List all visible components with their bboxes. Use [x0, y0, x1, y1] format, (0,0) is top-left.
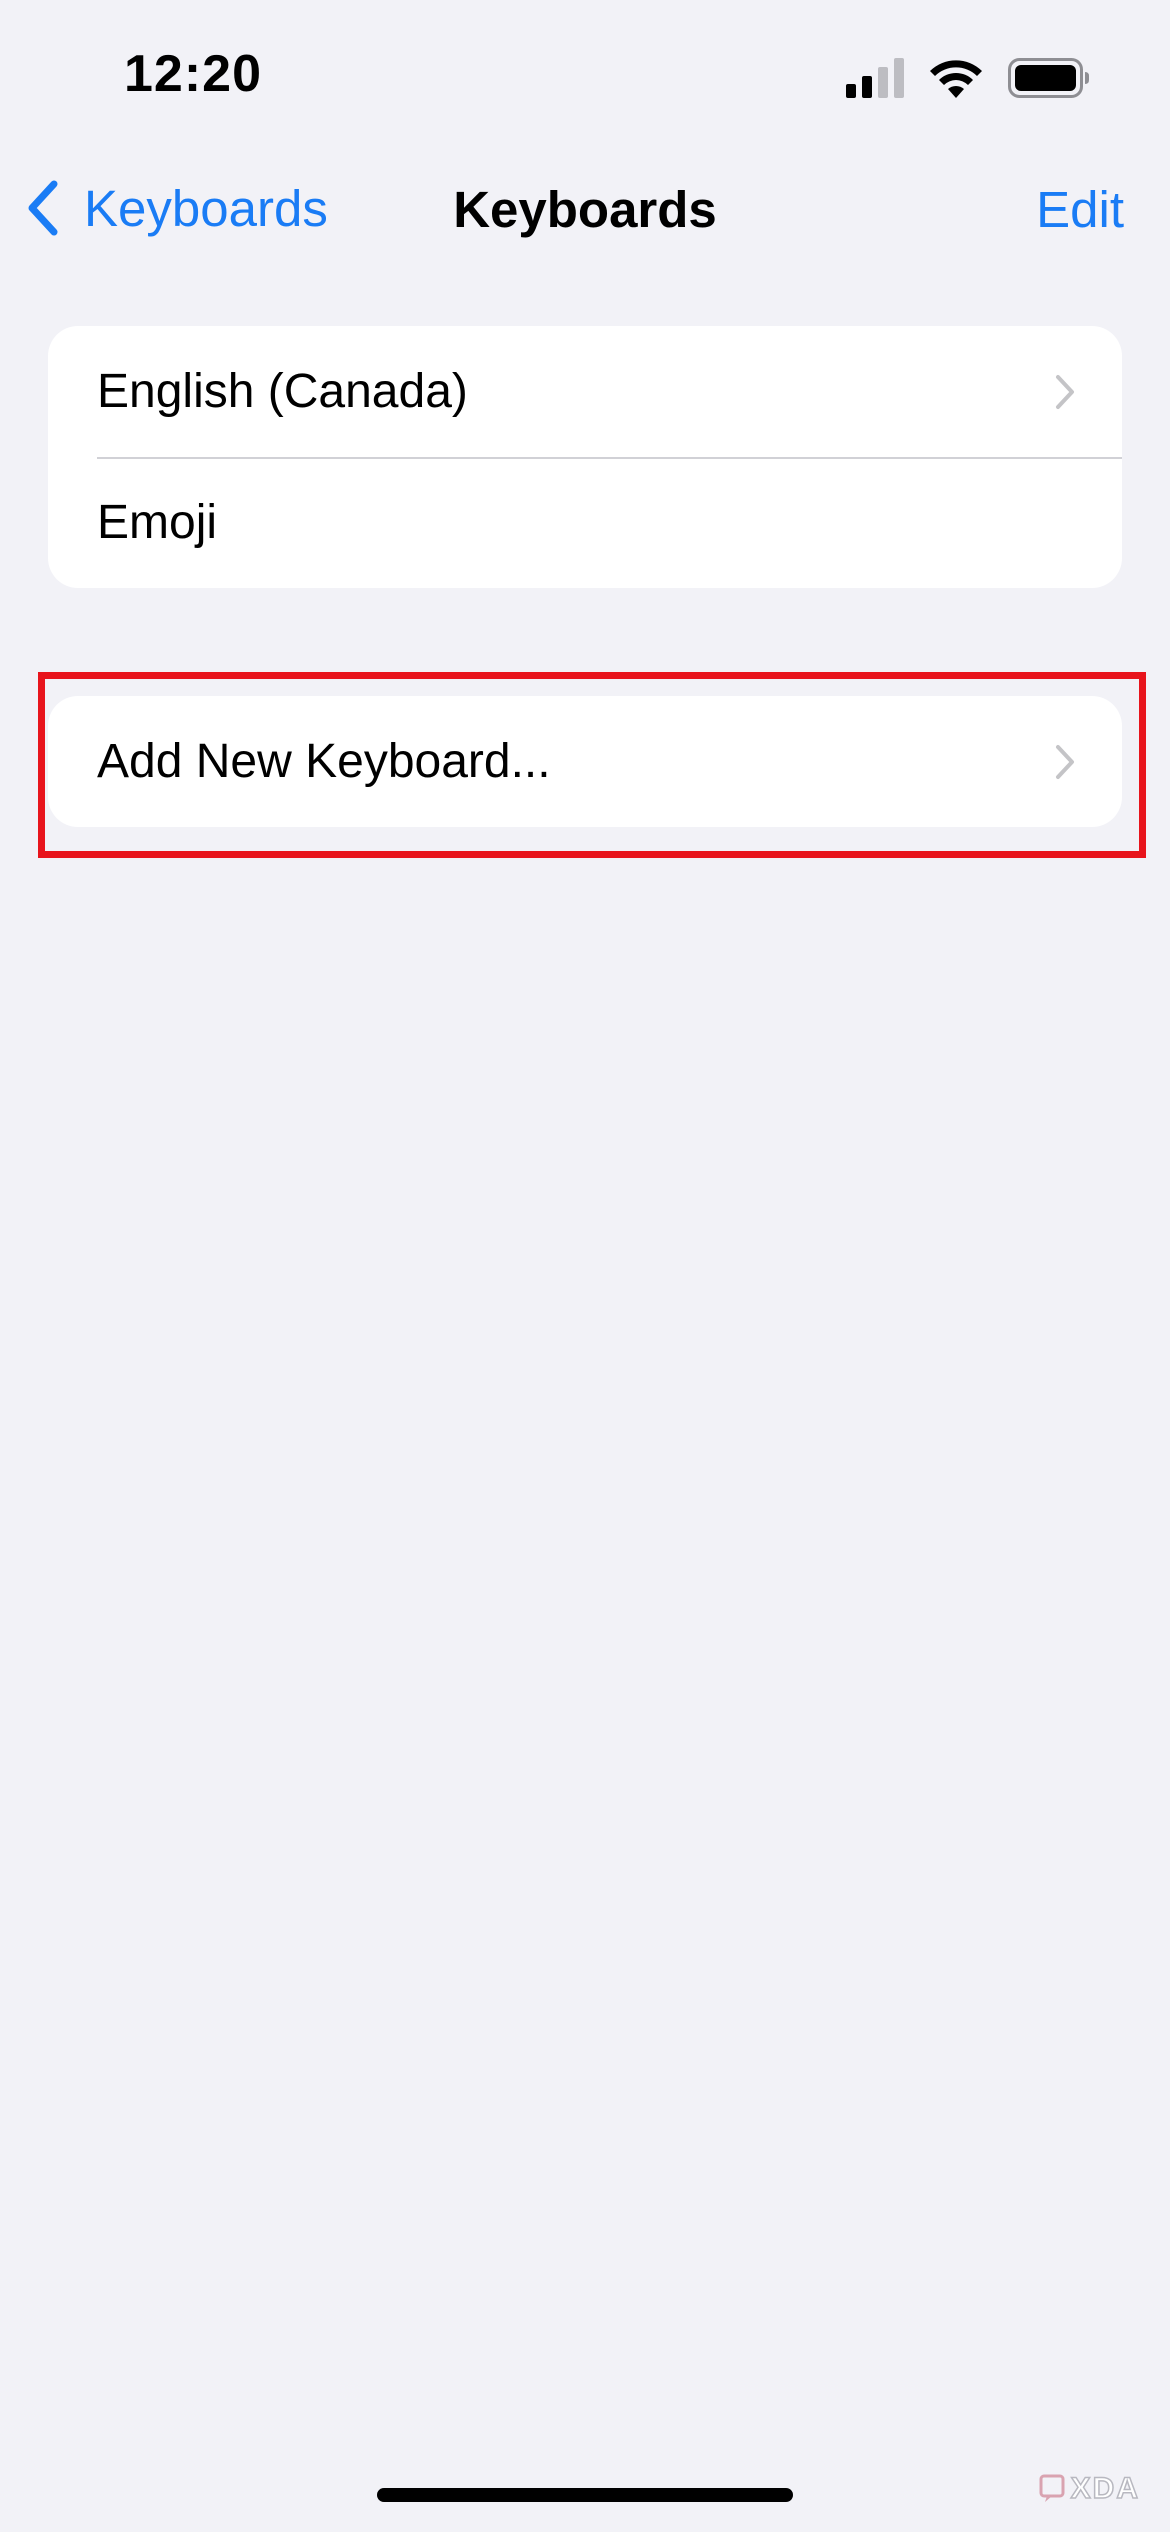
edit-button[interactable]: Edit [1036, 180, 1124, 239]
keyboard-row-emoji[interactable]: Emoji [48, 457, 1122, 588]
chevron-right-icon [1056, 744, 1074, 779]
watermark-text: XDA [1070, 2471, 1140, 2506]
keyboard-row-label: English (Canada) [97, 365, 468, 418]
add-new-keyboard-button[interactable]: Add New Keyboard... [48, 696, 1122, 827]
home-indicator[interactable] [377, 2488, 793, 2502]
wifi-icon [930, 60, 982, 98]
cellular-signal-icon [846, 58, 904, 98]
status-time: 12:20 [124, 45, 262, 103]
add-keyboard-group: Add New Keyboard... [48, 696, 1122, 827]
status-icons [846, 56, 1090, 100]
keyboard-row-english-canada[interactable]: English (Canada) [48, 326, 1122, 457]
keyboard-row-label: Emoji [97, 496, 218, 549]
keyboards-list: English (Canada) Emoji [48, 326, 1122, 588]
xda-logo-icon [1039, 2474, 1065, 2502]
chevron-right-icon [1056, 374, 1074, 409]
battery-icon [1008, 58, 1089, 98]
add-new-keyboard-label: Add New Keyboard... [97, 735, 551, 788]
navigation-bar: Keyboards Keyboards Edit [0, 150, 1170, 266]
page-title: Keyboards [453, 181, 717, 238]
status-bar: 12:20 [0, 0, 1170, 150]
watermark: XDA [1039, 2471, 1140, 2506]
